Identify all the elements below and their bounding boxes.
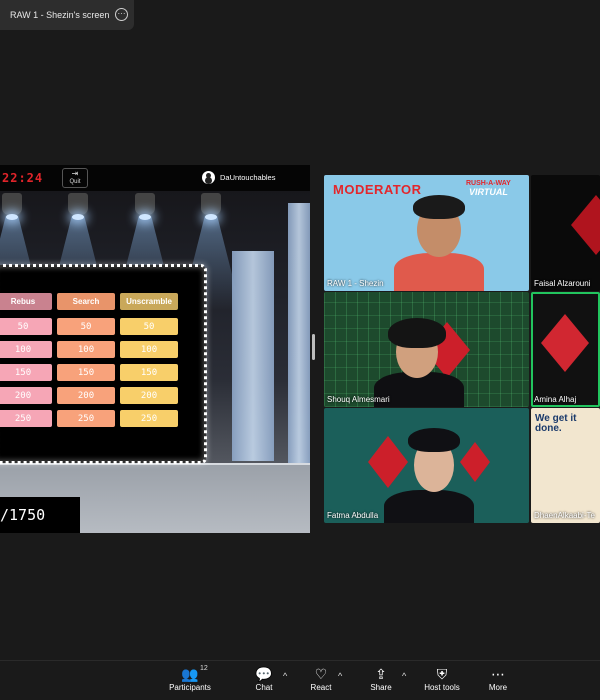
participants-count: 12 — [200, 665, 208, 672]
more-dots-icon: ⋯ — [491, 666, 505, 682]
stage-light-icon — [135, 193, 155, 220]
host-tools-label: Host tools — [424, 683, 460, 692]
chevron-up-icon[interactable]: ^ — [283, 671, 287, 681]
chat-button[interactable]: 💬 Chat — [252, 665, 276, 692]
tile-rebus-250[interactable]: 250 — [0, 410, 52, 427]
game-timer: 22:24 — [2, 171, 44, 185]
meeting-window: RAW 1 - Shezin's screen ··· 22:24 ⇥ Quit… — [0, 0, 600, 700]
video-tile[interactable]: Faisal Alzarouni — [531, 175, 600, 291]
tile-rebus-200[interactable]: 200 — [0, 387, 52, 404]
react-label: React — [310, 683, 332, 692]
participant-hijab — [388, 318, 446, 348]
tile-rebus-50[interactable]: 50 — [0, 318, 52, 335]
rush-a-way-logo: RUSH-A-WAY VIRTUAL — [466, 180, 511, 197]
participant-name: Faisal Alzarouni — [534, 279, 591, 288]
tile-unscramble-100[interactable]: 100 — [120, 341, 178, 358]
stage-light-icon — [2, 193, 22, 220]
moderator-banner: MODERATOR — [333, 182, 422, 197]
chat-icon: 💬 — [255, 666, 273, 682]
meeting-toolbar: 👥 12 Participants 💬 Chat ^ ♡ React ^ ⇪ S… — [0, 660, 600, 700]
tile-search-100[interactable]: 100 — [57, 341, 115, 358]
participant-name: Amina Alhaj — [534, 395, 577, 404]
tile-search-50[interactable]: 50 — [57, 318, 115, 335]
participant-name: Shouq Almesmari — [327, 395, 390, 404]
category-header-unscramble: Unscramble — [120, 293, 178, 310]
chat-label: Chat — [255, 683, 273, 692]
more-options-icon[interactable]: ··· — [115, 8, 128, 21]
participants-button[interactable]: 👥 12 Participants — [168, 665, 212, 692]
chevron-up-icon[interactable]: ^ — [402, 671, 406, 681]
tile-rebus-150[interactable]: 150 — [0, 364, 52, 381]
participant-body — [394, 253, 484, 291]
quit-label: Quit — [69, 179, 81, 185]
participant-name: Fatma Abdulla — [327, 511, 379, 520]
top-bar: RAW 1 - Shezin's screen ··· — [0, 0, 600, 30]
more-label: More — [488, 683, 508, 692]
shield-icon: ⛨ — [436, 666, 448, 682]
tab-title: RAW 1 - Shezin's screen — [10, 10, 110, 20]
stage-pillar — [232, 251, 274, 461]
tile-unscramble-50[interactable]: 50 — [120, 318, 178, 335]
question-board: Rebus Search Unscramble 50 50 50 100 100… — [0, 264, 207, 464]
video-tile[interactable]: Shouq Almesmari — [324, 292, 529, 407]
team-name: DaUntouchables — [220, 173, 276, 182]
participant-hair — [413, 195, 465, 219]
shared-screen: 22:24 ⇥ Quit DaUntouchables Rebus Search… — [0, 165, 310, 533]
exit-icon: ⇥ — [71, 169, 79, 178]
overlay-slogan: We get it done. — [535, 413, 577, 434]
tile-unscramble-250[interactable]: 250 — [120, 410, 178, 427]
team-badge: DaUntouchables — [202, 171, 275, 184]
share-label: Share — [370, 683, 392, 692]
team-avatar-icon — [202, 171, 215, 184]
category-header-search: Search — [57, 293, 115, 310]
video-tile[interactable]: MODERATOR RUSH-A-WAY VIRTUAL RAW 1 - She… — [324, 175, 529, 291]
tile-unscramble-200[interactable]: 200 — [120, 387, 178, 404]
react-button[interactable]: ♡ React — [308, 665, 334, 692]
more-button[interactable]: ⋯ More — [484, 665, 512, 692]
tile-rebus-100[interactable]: 100 — [0, 341, 52, 358]
stage-light-icon — [68, 193, 88, 220]
score-display: /1750 — [0, 497, 80, 533]
chevron-up-icon[interactable]: ^ — [338, 671, 342, 681]
share-screen-icon: ⇪ — [375, 666, 387, 682]
stage-pillar — [288, 203, 310, 463]
brand-graphic — [571, 195, 600, 255]
host-tools-button[interactable]: ⛨ Host tools — [420, 665, 464, 692]
resize-handle[interactable] — [312, 334, 315, 360]
share-button[interactable]: ⇪ Share — [368, 665, 394, 692]
category-header-rebus: Rebus — [0, 293, 52, 310]
brand-graphic — [541, 314, 589, 372]
board-grid: Rebus Search Unscramble 50 50 50 100 100… — [0, 293, 178, 427]
participant-body — [384, 490, 474, 523]
tile-search-150[interactable]: 150 — [57, 364, 115, 381]
video-tile[interactable]: We get it done. DhaenAlkaabi-Te — [531, 408, 600, 523]
quit-button[interactable]: ⇥ Quit — [62, 168, 88, 188]
brand-graphic — [460, 442, 490, 482]
participant-hijab — [408, 428, 460, 452]
participant-name: DhaenAlkaabi-Te — [534, 511, 595, 520]
tile-search-200[interactable]: 200 — [57, 387, 115, 404]
participant-name: RAW 1 - Shezin — [327, 279, 384, 288]
game-hud: 22:24 ⇥ Quit DaUntouchables — [0, 165, 310, 191]
tile-search-250[interactable]: 250 — [57, 410, 115, 427]
screen-share-tab[interactable]: RAW 1 - Shezin's screen ··· — [0, 0, 134, 30]
tile-unscramble-150[interactable]: 150 — [120, 364, 178, 381]
game-stage: Rebus Search Unscramble 50 50 50 100 100… — [0, 191, 310, 533]
heart-icon: ♡ — [314, 666, 328, 682]
participant-gallery: MODERATOR RUSH-A-WAY VIRTUAL RAW 1 - She… — [324, 175, 600, 523]
participants-label: Participants — [169, 683, 211, 692]
video-tile-active-speaker[interactable]: Amina Alhaj — [531, 292, 600, 407]
video-tile[interactable]: Fatma Abdulla — [324, 408, 529, 523]
brand-graphic — [368, 436, 408, 488]
stage-light-icon — [201, 193, 221, 220]
